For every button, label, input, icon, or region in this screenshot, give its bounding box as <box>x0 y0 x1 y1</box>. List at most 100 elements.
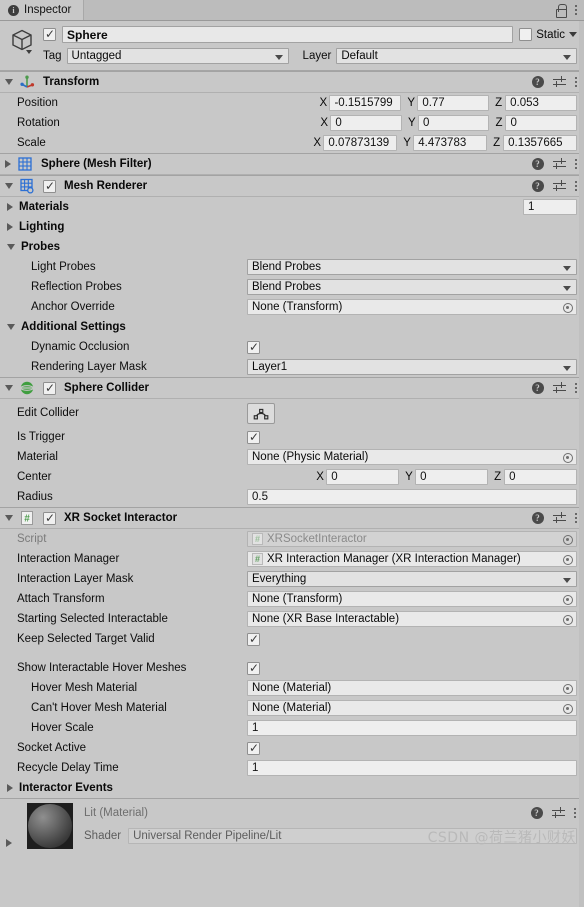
foldout-open-icon[interactable] <box>5 183 13 189</box>
preset-settings-icon[interactable] <box>552 382 566 394</box>
component-header-sphere-collider[interactable]: Sphere Collider? <box>0 377 584 399</box>
property-checkbox[interactable] <box>247 340 260 354</box>
help-icon[interactable]: ? <box>531 512 544 524</box>
object-field[interactable]: None (Material) <box>247 680 577 696</box>
object-picker-icon[interactable] <box>563 703 573 714</box>
property-checkbox[interactable] <box>247 661 260 675</box>
edit-collider-button[interactable] <box>247 402 275 424</box>
object-picker-icon[interactable] <box>563 594 573 605</box>
help-icon[interactable]: ? <box>531 76 544 88</box>
property-checkbox[interactable] <box>247 430 260 444</box>
chevron-down-icon[interactable] <box>26 50 32 54</box>
property-checkbox[interactable] <box>247 741 260 755</box>
text-field[interactable]: 1 <box>247 760 577 776</box>
materials-size-input[interactable]: 1 <box>523 199 577 215</box>
object-field[interactable]: None (Transform) <box>247 299 577 315</box>
object-picker-icon[interactable] <box>563 683 573 694</box>
vector3-z-input[interactable]: 0.053 <box>505 95 577 111</box>
help-icon[interactable]: ? <box>531 158 544 170</box>
component-enabled-checkbox[interactable] <box>43 511 56 525</box>
object-picker-icon[interactable] <box>563 534 573 545</box>
object-picker-icon[interactable] <box>563 554 573 565</box>
vector3-y-input[interactable]: 4.473783 <box>413 135 488 151</box>
vector3-y-input[interactable]: 0 <box>415 469 489 485</box>
vector3-x-input[interactable]: -0.1515799 <box>329 95 402 111</box>
foldout-wrap[interactable]: Probes <box>0 241 60 253</box>
kebab-menu-icon[interactable] <box>574 382 577 394</box>
lock-icon[interactable] <box>555 4 567 18</box>
vector3-y-input[interactable]: 0 <box>417 115 490 131</box>
help-icon[interactable]: ? <box>531 382 544 394</box>
object-field[interactable]: None (Transform) <box>247 591 577 607</box>
text-field[interactable]: 1 <box>247 720 577 736</box>
layer-dropdown[interactable]: Default <box>336 48 577 64</box>
foldout-wrap[interactable]: Lighting <box>0 221 64 233</box>
object-picker-icon[interactable] <box>563 302 573 313</box>
help-icon[interactable]: ? <box>530 807 543 819</box>
static-dropdown-icon[interactable] <box>569 32 577 37</box>
vector3-x-input[interactable]: 0.07873139 <box>323 135 398 151</box>
vector3-x-input[interactable]: 0 <box>330 115 402 131</box>
foldout-closed-icon[interactable] <box>7 223 13 231</box>
vector3-y-input[interactable]: 0.77 <box>417 95 490 111</box>
foldout-wrap[interactable]: Materials <box>0 201 69 213</box>
component-enabled-checkbox[interactable] <box>43 179 56 193</box>
kebab-menu-icon[interactable] <box>573 807 576 819</box>
object-picker-icon[interactable] <box>563 452 573 463</box>
tab-inspector[interactable]: i Inspector <box>0 0 85 20</box>
foldout-closed-icon[interactable] <box>7 784 13 792</box>
kebab-menu-icon[interactable] <box>574 180 577 192</box>
property-row: Lighting <box>0 217 584 237</box>
component-header-mesh-renderer[interactable]: Mesh Renderer? <box>0 175 584 197</box>
gameobject-icon-wrap[interactable] <box>7 26 37 64</box>
script-field[interactable]: # XR Interaction Manager (XR Interaction … <box>247 551 577 567</box>
help-icon[interactable]: ? <box>531 180 544 192</box>
text-field[interactable]: 0.5 <box>247 489 577 505</box>
kebab-menu-icon[interactable] <box>574 76 577 88</box>
dropdown-field[interactable]: Layer1 <box>247 359 577 375</box>
foldout-open-icon[interactable] <box>5 79 13 85</box>
kebab-menu-icon[interactable] <box>574 4 577 16</box>
foldout-open-icon[interactable] <box>7 324 15 330</box>
kebab-menu-icon[interactable] <box>574 158 577 170</box>
dropdown-field[interactable]: Blend Probes <box>247 259 577 275</box>
vector3-x-input[interactable]: 0 <box>326 469 400 485</box>
foldout-closed-icon[interactable] <box>6 839 12 847</box>
property-checkbox[interactable] <box>247 632 260 646</box>
foldout-closed-icon[interactable] <box>5 160 11 168</box>
preset-settings-icon[interactable] <box>551 807 565 819</box>
preset-settings-icon[interactable] <box>552 512 566 524</box>
vector3-z-input[interactable]: 0 <box>505 115 578 131</box>
chevron-down-icon <box>563 55 571 60</box>
preset-settings-icon[interactable] <box>552 180 566 192</box>
object-field[interactable]: None (Physic Material) <box>247 449 577 465</box>
component-header-transform[interactable]: Transform? <box>0 71 584 93</box>
vector3-z-input[interactable]: 0 <box>504 469 577 485</box>
preset-settings-icon[interactable] <box>552 158 566 170</box>
material-thumbnail[interactable] <box>27 803 73 849</box>
object-picker-icon[interactable] <box>563 614 573 625</box>
object-field[interactable]: None (Material) <box>247 700 577 716</box>
component-header-actions: ? <box>531 180 577 192</box>
property-row: Interaction Layer Mask Everything <box>0 569 584 589</box>
foldout-open-icon[interactable] <box>5 385 13 391</box>
foldout-wrap[interactable]: Additional Settings <box>0 321 126 333</box>
tag-dropdown[interactable]: Untagged <box>66 48 289 64</box>
object-field[interactable]: None (XR Base Interactable) <box>247 611 577 627</box>
vector3-z-input[interactable]: 0.1357665 <box>503 135 578 151</box>
foldout-wrap[interactable]: Interactor Events <box>0 782 113 794</box>
preset-settings-icon[interactable] <box>552 76 566 88</box>
static-checkbox[interactable] <box>519 28 533 41</box>
kebab-menu-icon[interactable] <box>574 512 577 524</box>
component-header-xr-socket-interactor[interactable]: # XR Socket Interactor? <box>0 507 584 529</box>
dropdown-field[interactable]: Everything <box>247 571 577 587</box>
gameobject-enabled-checkbox[interactable] <box>43 27 56 41</box>
foldout-closed-icon[interactable] <box>7 203 13 211</box>
dropdown-field[interactable]: Blend Probes <box>247 279 577 295</box>
foldout-open-icon[interactable] <box>7 244 15 250</box>
component-enabled-checkbox[interactable] <box>43 381 56 395</box>
vertical-scrollbar[interactable] <box>579 21 584 907</box>
gameobject-name-input[interactable]: Sphere <box>62 26 514 43</box>
foldout-open-icon[interactable] <box>5 515 13 521</box>
component-header-sphere-mesh-filter-[interactable]: Sphere (Mesh Filter)? <box>0 153 584 175</box>
